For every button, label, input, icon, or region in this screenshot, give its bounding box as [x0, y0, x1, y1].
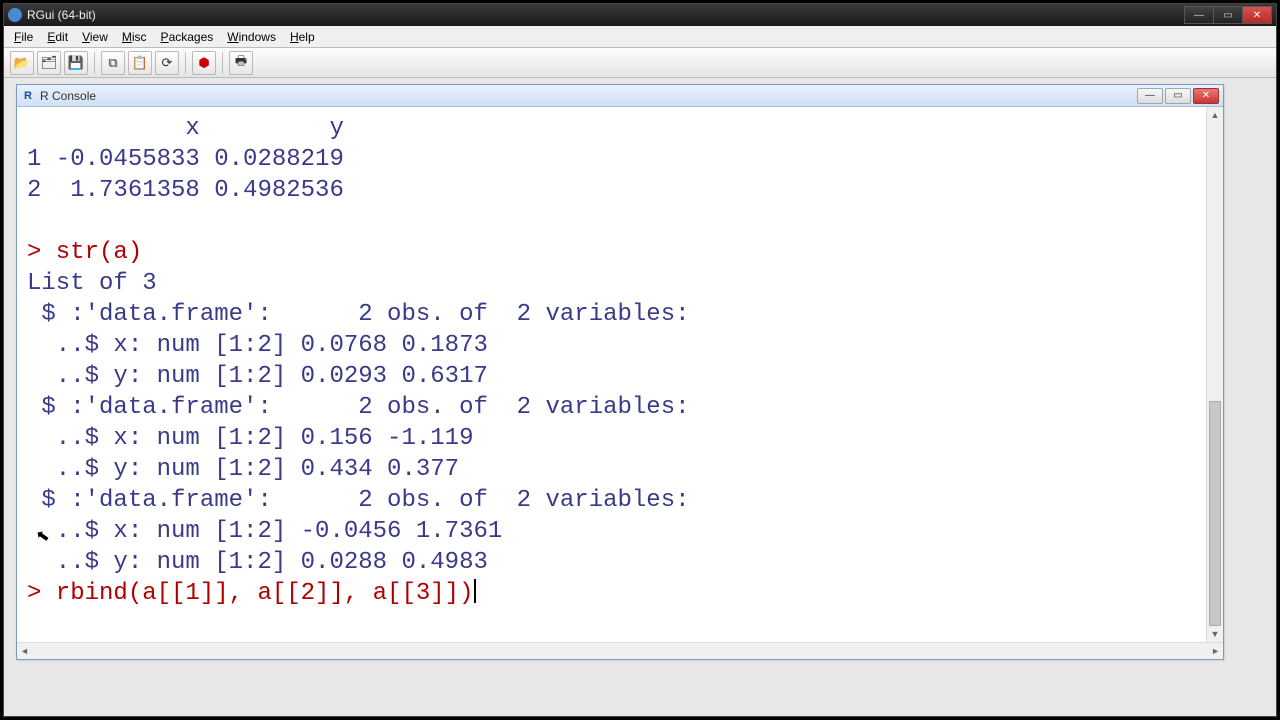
- output-line: $ :'data.frame': 2 obs. of 2 variables:: [27, 487, 690, 514]
- menu-help[interactable]: Help: [284, 28, 321, 46]
- menu-view[interactable]: View: [76, 28, 114, 46]
- console-close-button[interactable]: ✕: [1193, 88, 1219, 104]
- menu-packages[interactable]: Packages: [155, 28, 220, 46]
- toolbar-separator: [222, 52, 223, 74]
- output-line: ..$ y: num [1:2] 0.434 0.377: [27, 456, 459, 483]
- menubar: File Edit View Misc Packages Windows Hel…: [4, 26, 1276, 48]
- vertical-scrollbar[interactable]: ▲ ▼: [1206, 107, 1223, 642]
- titlebar: RGui (64-bit) — ▭ ✕: [4, 4, 1276, 26]
- toolbar: 📂 🗂 💾 ⧉ 📋 ⟳ ⬢ 🖶: [4, 48, 1276, 78]
- r-icon: R: [21, 89, 35, 103]
- maximize-button[interactable]: ▭: [1213, 6, 1243, 24]
- text-cursor: [474, 579, 476, 603]
- console-window: R R Console — ▭ ✕ x y 1 -0.0455833 0.028…: [16, 84, 1224, 660]
- toolbar-separator: [94, 52, 95, 74]
- console-maximize-button[interactable]: ▭: [1165, 88, 1191, 104]
- menu-windows[interactable]: Windows: [221, 28, 282, 46]
- console-output[interactable]: x y 1 -0.0455833 0.0288219 2 1.7361358 0…: [17, 107, 1206, 642]
- scroll-right-arrow-icon[interactable]: ►: [1211, 646, 1220, 656]
- output-line: ..$ x: num [1:2] 0.156 -1.119: [27, 425, 473, 452]
- scroll-up-arrow-icon[interactable]: ▲: [1207, 107, 1223, 123]
- output-line: x y: [27, 115, 344, 142]
- output-line: $ :'data.frame': 2 obs. of 2 variables:: [27, 394, 690, 421]
- app-icon: [8, 8, 22, 22]
- scroll-left-arrow-icon[interactable]: ◄: [20, 646, 29, 656]
- menu-edit[interactable]: Edit: [41, 28, 74, 46]
- load-workspace-button[interactable]: 🗂: [37, 51, 61, 75]
- scroll-down-arrow-icon[interactable]: ▼: [1207, 626, 1223, 642]
- main-window: RGui (64-bit) — ▭ ✕ File Edit View Misc …: [3, 3, 1277, 717]
- output-line: $ :'data.frame': 2 obs. of 2 variables:: [27, 301, 690, 328]
- scroll-thumb[interactable]: [1209, 401, 1221, 626]
- output-line: List of 3: [27, 270, 157, 297]
- command-line-current[interactable]: > rbind(a[[1]], a[[2]], a[[3]]): [27, 580, 473, 607]
- console-minimize-button[interactable]: —: [1137, 88, 1163, 104]
- output-line: ..$ y: num [1:2] 0.0288 0.4983: [27, 549, 488, 576]
- print-button[interactable]: 🖶: [229, 51, 253, 75]
- menu-misc[interactable]: Misc: [116, 28, 153, 46]
- output-line: 2 1.7361358 0.4982536: [27, 177, 344, 204]
- toolbar-separator: [185, 52, 186, 74]
- stop-button[interactable]: ⬢: [192, 51, 216, 75]
- open-script-button[interactable]: 📂: [10, 51, 34, 75]
- window-title: RGui (64-bit): [27, 8, 1185, 22]
- close-button[interactable]: ✕: [1242, 6, 1272, 24]
- copy-paste-button[interactable]: ⟳: [155, 51, 179, 75]
- output-line: ..$ x: num [1:2] 0.0768 0.1873: [27, 332, 488, 359]
- paste-button[interactable]: 📋: [128, 51, 152, 75]
- copy-button[interactable]: ⧉: [101, 51, 125, 75]
- console-title: R Console: [40, 89, 1135, 103]
- output-line: ..$ x: num [1:2] -0.0456 1.7361: [27, 518, 502, 545]
- console-titlebar: R R Console — ▭ ✕: [17, 85, 1223, 107]
- output-line: ..$ y: num [1:2] 0.0293 0.6317: [27, 363, 488, 390]
- horizontal-scrollbar[interactable]: ◄ ►: [17, 642, 1223, 659]
- mdi-area: R R Console — ▭ ✕ x y 1 -0.0455833 0.028…: [4, 78, 1276, 716]
- minimize-button[interactable]: —: [1184, 6, 1214, 24]
- save-workspace-button[interactable]: 💾: [64, 51, 88, 75]
- console-body: x y 1 -0.0455833 0.0288219 2 1.7361358 0…: [17, 107, 1223, 642]
- output-line: 1 -0.0455833 0.0288219: [27, 146, 344, 173]
- window-controls: — ▭ ✕: [1185, 6, 1272, 24]
- command-line: > str(a): [27, 239, 142, 266]
- menu-file[interactable]: File: [8, 28, 39, 46]
